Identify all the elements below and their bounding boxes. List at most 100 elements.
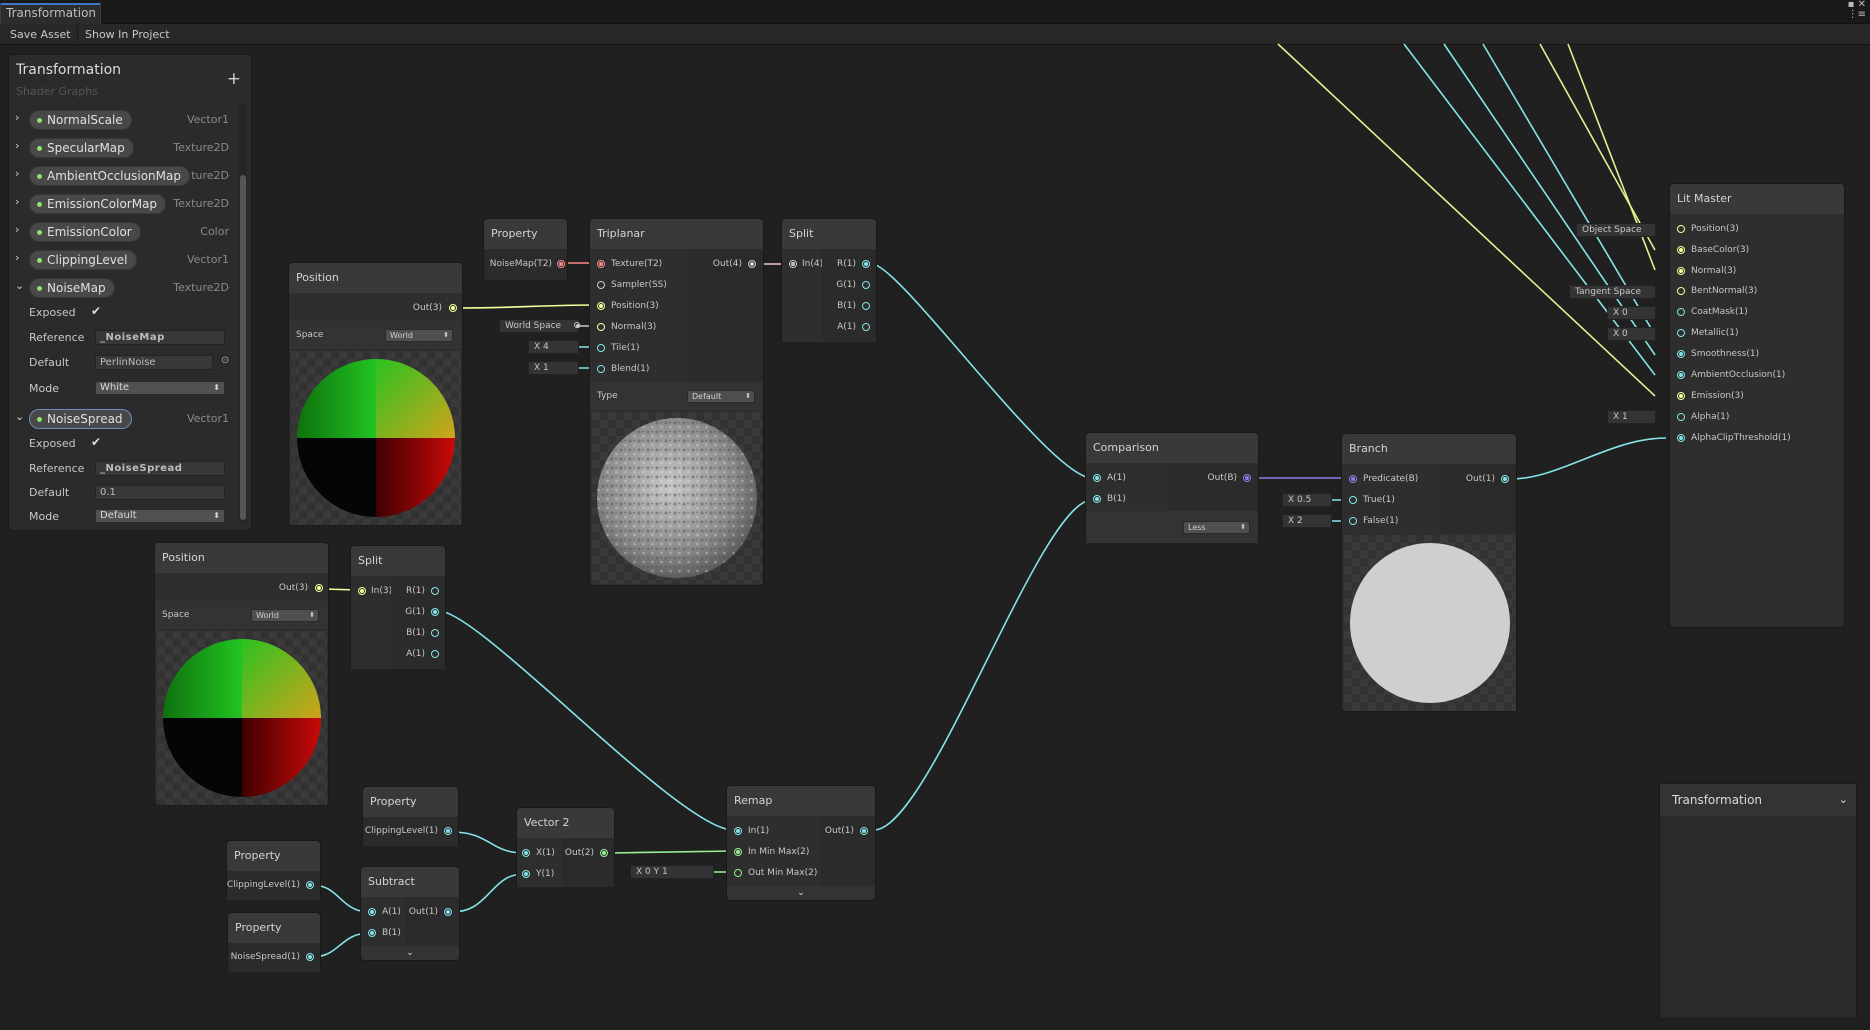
property-row[interactable]: ⌄ NoiseMap Texture2D — [9, 276, 241, 300]
input-port[interactable] — [522, 870, 530, 878]
input-port[interactable] — [597, 281, 605, 289]
chevron-down-icon[interactable]: ⌄ — [1839, 784, 1848, 816]
output-port[interactable] — [431, 608, 439, 616]
property-node-noisespread[interactable]: Property NoiseSpread(1) — [227, 912, 321, 972]
output-port[interactable] — [600, 849, 608, 857]
output-port[interactable] — [862, 302, 870, 310]
input-port[interactable] — [1677, 308, 1685, 316]
reference-input[interactable]: _NoiseMap — [95, 330, 225, 345]
output-port[interactable] — [862, 281, 870, 289]
blackboard-scrollbar[interactable] — [239, 105, 247, 525]
lit-master-node[interactable]: Lit Master Position(3) BaseColor(3) Norm… — [1669, 183, 1845, 628]
scrollbar-thumb[interactable] — [240, 175, 246, 520]
input-port[interactable] — [358, 587, 366, 595]
input-port[interactable] — [597, 323, 605, 331]
reference-input[interactable]: _NoiseSpread — [95, 461, 225, 476]
type-dropdown[interactable]: Default — [687, 390, 755, 403]
split-node[interactable]: Split In(4) R(1) G(1) B(1) A(1) — [781, 218, 877, 342]
input-port[interactable] — [1677, 329, 1685, 337]
input-port[interactable] — [1677, 267, 1685, 275]
expand-arrow-icon[interactable]: › — [15, 111, 19, 124]
output-port[interactable] — [862, 260, 870, 268]
expand-chevron-icon[interactable]: ⌄ — [727, 886, 875, 900]
input-port[interactable] — [1677, 287, 1685, 295]
property-pill[interactable]: NoiseMap — [29, 278, 115, 298]
output-port[interactable] — [444, 908, 452, 916]
expand-arrow-icon[interactable]: › — [15, 251, 19, 264]
output-port[interactable] — [306, 881, 314, 889]
alpha-default-field[interactable]: X 1 — [1607, 410, 1656, 424]
property-pill[interactable]: NormalScale — [29, 110, 132, 130]
input-port[interactable] — [368, 929, 376, 937]
branch-node[interactable]: Branch Predicate(B) True(1) False(1) Out… — [1341, 433, 1517, 712]
input-port[interactable] — [1677, 392, 1685, 400]
tile-default-field[interactable]: X 4 — [528, 340, 579, 354]
property-row[interactable]: › EmissionColorMap Texture2D — [9, 192, 241, 216]
output-port[interactable] — [557, 260, 565, 268]
object-picker-icon[interactable]: ⊙ — [221, 355, 229, 366]
input-port[interactable] — [734, 869, 742, 877]
expand-arrow-icon[interactable]: › — [15, 167, 19, 180]
input-port[interactable] — [597, 365, 605, 373]
input-port[interactable] — [368, 908, 376, 916]
input-port[interactable] — [1349, 496, 1357, 504]
window-tab[interactable]: Transformation — [0, 3, 101, 24]
out-min-max-default-field[interactable]: X 0 Y 1 — [630, 865, 714, 879]
property-pill[interactable]: EmissionColorMap — [29, 194, 167, 214]
default-input[interactable]: 0.1 — [95, 485, 225, 500]
property-row[interactable]: › SpecularMap Texture2D — [9, 136, 241, 160]
vector2-node[interactable]: Vector 2 X(1) Y(1) Out(2) — [516, 807, 615, 887]
property-row[interactable]: › NormalScale Vector1 — [9, 108, 241, 132]
expand-chevron-icon[interactable]: ⌄ — [361, 946, 459, 960]
property-row[interactable]: › EmissionColor Color — [9, 220, 241, 244]
property-node-noisemap[interactable]: Property NoiseMap(T2) — [483, 218, 568, 280]
subtract-node[interactable]: Subtract A(1) B(1) Out(1) ⌄ — [360, 866, 460, 961]
space-dropdown[interactable]: World — [251, 609, 319, 622]
input-port[interactable] — [1677, 246, 1685, 254]
input-port[interactable] — [1677, 371, 1685, 379]
input-port[interactable] — [1093, 474, 1101, 482]
output-port[interactable] — [449, 304, 457, 312]
expand-arrow-icon[interactable]: › — [15, 139, 19, 152]
output-port[interactable] — [1243, 474, 1251, 482]
input-port[interactable] — [1677, 225, 1685, 233]
mode-dropdown[interactable]: Default — [95, 509, 225, 523]
property-pill[interactable]: SpecularMap — [29, 138, 134, 158]
property-node-clippinglevel[interactable]: Property ClippingLevel(1) — [362, 786, 459, 846]
triplanar-node[interactable]: Triplanar Texture(T2) Sampler(SS) Positi… — [589, 218, 764, 586]
property-pill[interactable]: EmissionColor — [29, 222, 141, 242]
input-port[interactable] — [597, 260, 605, 268]
exposed-checkbox[interactable]: ✔ — [91, 436, 104, 449]
comparison-dropdown[interactable]: Less — [1183, 521, 1250, 534]
position-node[interactable]: Position Out(3) Space World — [154, 542, 329, 806]
exposed-checkbox[interactable]: ✔ — [91, 305, 104, 318]
expand-arrow-icon[interactable]: › — [15, 195, 19, 208]
comparison-node[interactable]: Comparison A(1) B(1) Out(B) Less — [1085, 432, 1259, 543]
input-port[interactable] — [1677, 413, 1685, 421]
add-property-icon[interactable]: + — [227, 69, 241, 89]
metallic-default-field[interactable]: X 0 — [1607, 327, 1656, 341]
property-row[interactable]: › AmbientOcclusionMap ture2D — [9, 164, 241, 188]
property-pill[interactable]: ClippingLevel — [29, 250, 137, 270]
space-dropdown[interactable]: World — [385, 329, 453, 342]
input-port[interactable] — [597, 302, 605, 310]
input-port[interactable] — [734, 848, 742, 856]
input-port[interactable] — [1349, 517, 1357, 525]
position-node[interactable]: Position Out(3) Space World — [288, 262, 463, 526]
output-port[interactable] — [315, 584, 323, 592]
input-port[interactable] — [1093, 495, 1101, 503]
show-in-project-button[interactable]: Show In Project — [79, 26, 176, 43]
input-port[interactable] — [597, 344, 605, 352]
output-port[interactable] — [1501, 475, 1509, 483]
remap-node[interactable]: Remap In(1) In Min Max(2) Out Min Max(2)… — [726, 785, 876, 901]
collapse-arrow-icon[interactable]: ⌄ — [15, 279, 24, 292]
tab-menu-icon[interactable]: ⋮≡ — [1848, 9, 1866, 20]
property-node-clippinglevel[interactable]: Property ClippingLevel(1) — [226, 840, 321, 900]
output-port[interactable] — [862, 323, 870, 331]
input-port[interactable] — [1677, 350, 1685, 358]
property-row[interactable]: › ClippingLevel Vector1 — [9, 248, 241, 272]
collapse-arrow-icon[interactable]: ⌄ — [15, 410, 24, 423]
input-port[interactable] — [734, 827, 742, 835]
input-port[interactable] — [522, 849, 530, 857]
property-pill[interactable]: NoiseSpread — [29, 409, 132, 429]
